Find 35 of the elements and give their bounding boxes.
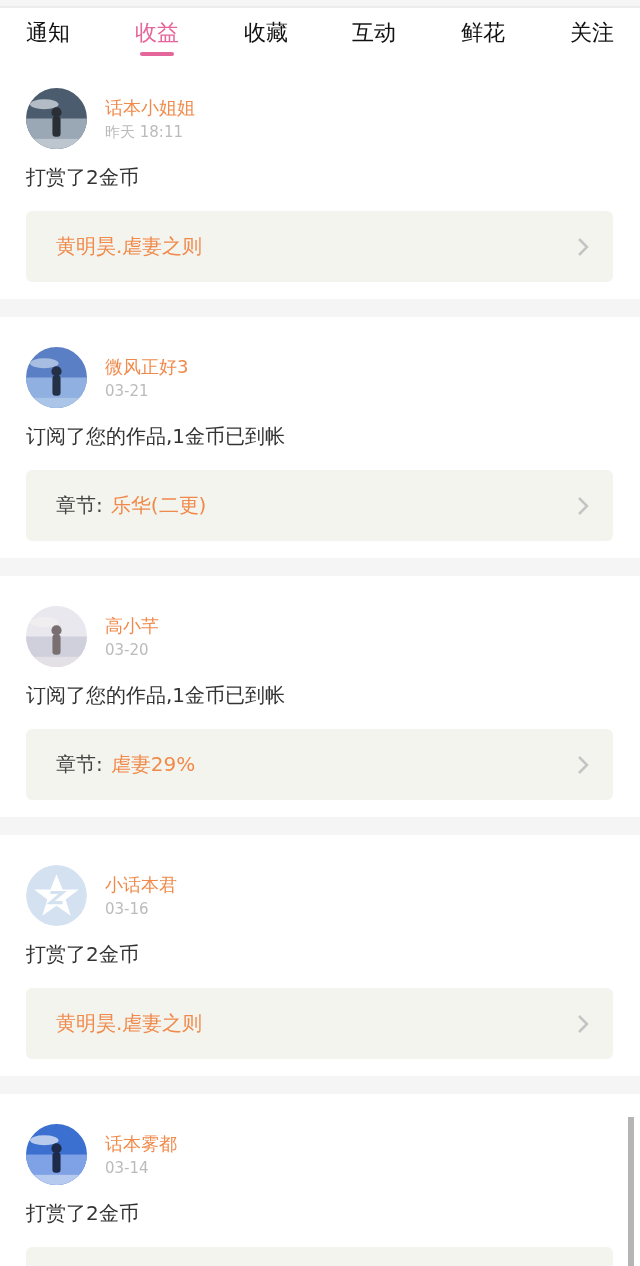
chapter-label: 章节:	[56, 751, 103, 778]
tab[interactable]: 收藏	[243, 8, 288, 46]
message-text: 打赏了2金币	[26, 165, 140, 189]
chevron-right-icon	[577, 754, 589, 775]
chapter-label: 章节:	[56, 492, 103, 519]
chevron-right-icon	[577, 236, 589, 257]
message-text: 订阅了您的作品,1金币已到帐	[26, 424, 287, 448]
chapter-link[interactable]: 章节: 虐妻29%	[26, 729, 613, 800]
work-link[interactable]: 黄明昊.虐妻之则	[26, 988, 613, 1059]
time-text: 昨天 18:11	[105, 122, 184, 142]
message-text: 打赏了2金币	[26, 942, 140, 966]
time-text: 03-21	[105, 382, 150, 400]
user-name[interactable]: 话本雾都	[105, 1132, 177, 1156]
chapter-title: 虐妻29%	[110, 751, 197, 778]
tab[interactable]: 收益	[134, 8, 179, 46]
message-text: 订阅了您的作品,1金币已到帐	[26, 683, 287, 707]
chevron-right-icon	[577, 1013, 589, 1034]
time-text: 03-14	[105, 1159, 150, 1177]
tab[interactable]: 互动	[352, 8, 397, 46]
chapter-link[interactable]: 章节: 乐华(二更)	[26, 470, 613, 541]
tab-indicator	[139, 52, 174, 56]
default-avatar-icon	[26, 865, 87, 926]
user-name[interactable]: 微风正好3	[105, 355, 189, 379]
user-name[interactable]: 话本小姐姐	[105, 95, 195, 120]
message-text: 打赏了2金币	[26, 1201, 140, 1225]
work-link[interactable]: 黄明昊.虐妻之则	[26, 211, 613, 282]
tab[interactable]: 关注	[570, 8, 614, 46]
chevron-right-icon	[577, 495, 589, 516]
time-text: 03-20	[105, 641, 150, 659]
chapter-title: 乐华(二更)	[110, 492, 208, 519]
tab[interactable]: 鲜花	[461, 8, 506, 46]
time-text: 03-16	[105, 900, 150, 918]
user-name[interactable]: 高小芊	[105, 614, 159, 638]
user-name[interactable]: 小话本君	[105, 873, 177, 897]
tab[interactable]: 通知	[26, 8, 70, 46]
